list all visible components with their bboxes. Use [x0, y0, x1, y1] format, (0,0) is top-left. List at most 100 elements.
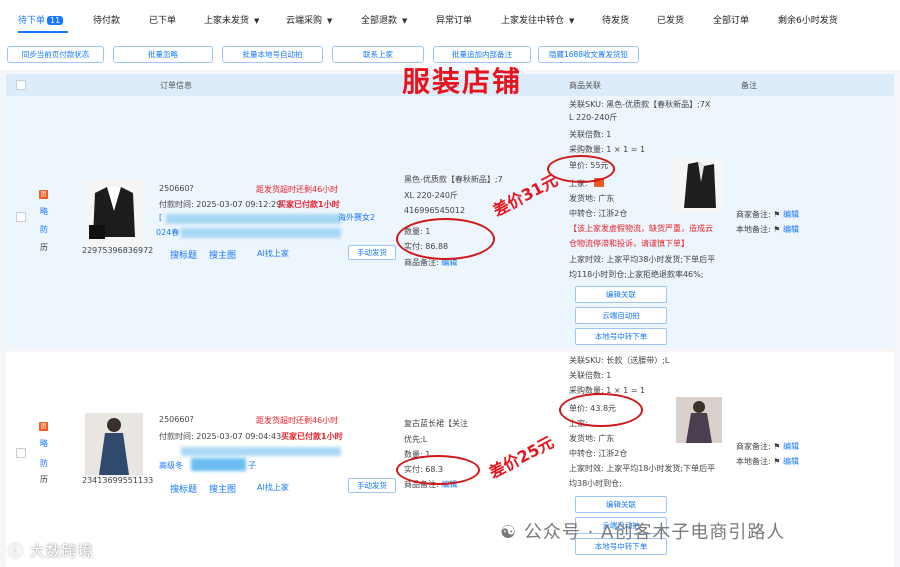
batch-local-autobuy-button[interactable]: 批量本地号自动拍 [222, 46, 323, 63]
paid-amount-highlight [396, 455, 480, 485]
sku-id: 416996545012 [404, 206, 466, 215]
tag-label: 历 [40, 243, 48, 252]
redacted-block [181, 447, 341, 456]
tag-label[interactable]: 略 [40, 438, 48, 449]
paid-duration: 买家已付款1小时 [281, 432, 343, 441]
tab-abnormal-orders[interactable]: 异常订单 [436, 13, 472, 26]
search-image-link[interactable]: 搜主图 [209, 482, 236, 495]
tab-ordered[interactable]: 已下单 [149, 13, 176, 26]
caret-down-icon: ▼ [327, 17, 333, 25]
unit-price-highlight [547, 155, 615, 183]
product-id: 23413699551133 [82, 476, 154, 485]
row-checkbox[interactable] [16, 212, 26, 222]
order-spec-size: 优先;L [404, 435, 428, 444]
active-tab-indicator [18, 31, 68, 33]
watermark-right: ☯ 公众号 · A创客木子电商引路人 [500, 522, 786, 543]
batch-ignore-button[interactable]: 批量忽略 [113, 46, 213, 63]
flag-icon[interactable]: ⚑ [773, 210, 780, 219]
paid-duration: 买家已付款1小时 [278, 200, 340, 209]
order-note: 子 [248, 461, 256, 470]
paid-amount-highlight [396, 218, 495, 260]
tab-pending-order[interactable]: 待下单 11 [18, 13, 64, 26]
payment-time: 付款时间: 2025-03-07 09:04:43 [159, 432, 282, 441]
product-id: 22975396836972 [82, 246, 154, 255]
row-checkbox[interactable] [16, 448, 26, 458]
caret-down-icon: ▼ [569, 17, 575, 25]
tab-to-ship[interactable]: 待发货 [602, 13, 629, 26]
search-title-link[interactable]: 搜标题 [170, 482, 197, 495]
order-note: 高级冬 [159, 461, 183, 470]
select-all-checkbox[interactable] [16, 80, 26, 90]
manual-ship-button[interactable]: 手动发货 [348, 478, 396, 493]
edit-merchant-remark-link[interactable]: 编辑 [783, 442, 799, 451]
redacted-block [191, 458, 246, 471]
payment-time: 付款时间: 2025-03-07 09:12:29 [159, 200, 282, 209]
supplier-dress-image-icon [676, 397, 722, 443]
edit-link-button[interactable]: 编辑关联 [575, 286, 667, 303]
local-remark: 本地备注: ⚑ 编辑 [736, 457, 799, 466]
local-remark: 本地备注: ⚑ 编辑 [736, 225, 799, 234]
manual-ship-button[interactable]: 手动发货 [348, 245, 396, 260]
order-number[interactable]: 250660? [159, 184, 194, 193]
purchase-quantity: 采购数量: 1 × 1 = 1 [569, 145, 646, 154]
tag-label: 历 [40, 475, 48, 484]
tab-unpaid[interactable]: 待付款 [93, 13, 120, 26]
supplier-efficiency-2: 均118小时到仓;上家拒绝退款率46%; [569, 270, 704, 279]
tab-supplier-to-transit[interactable]: 上家发往中转仓 ▼ [501, 13, 574, 26]
product-thumbnail[interactable] [85, 181, 143, 247]
jacket-image-icon [85, 181, 143, 247]
supplier-jacket-image-icon [674, 158, 724, 212]
ship-deadline-warning: 距发货超时还剩46小时 [256, 416, 339, 425]
search-image-link[interactable]: 搜主图 [209, 248, 236, 261]
flag-icon[interactable]: ⚑ [773, 442, 780, 451]
linked-sku: 关联SKU: 黑色-优质款【春秋新品】;7X [569, 100, 711, 109]
tag-label[interactable]: 防 [40, 224, 48, 235]
tag-label[interactable]: 防 [40, 458, 48, 469]
ship-origin: 发货地: 广东 [569, 434, 615, 443]
status-tabs: 待下单 11 待付款 已下单 上家未发货 ▼ 云端采购 ▼ 全部退款 ▼ 异常订单 上家… [0, 0, 900, 39]
product-thumbnail[interactable] [85, 413, 143, 479]
supplier-product-thumbnail[interactable] [676, 397, 722, 445]
link-multiple: 关联倍数: 1 [569, 130, 612, 139]
cloud-autobuy-button[interactable]: 云端自动拍 [575, 307, 667, 324]
redacted-block [166, 214, 341, 224]
tab-6h-remaining[interactable]: 剩余6小时发货 [778, 13, 838, 26]
edit-local-remark-link[interactable]: 编辑 [783, 225, 799, 234]
tab-count-badge: 11 [47, 16, 64, 25]
supplier-product-thumbnail[interactable] [674, 158, 724, 214]
col-order-info: 订单信息 [160, 81, 192, 90]
merchant-remark: 商家备注: ⚑ 编辑 [736, 210, 799, 219]
hide-1688-button[interactable]: 隐藏1688收文置发货铅 [538, 46, 639, 63]
order-tag-text: [ [159, 213, 163, 222]
tab-all-refunds[interactable]: 全部退款 ▼ [361, 13, 407, 26]
supplier-warning: 【该上家发虚假物流，缺货严重，造成云 [569, 224, 713, 233]
transit-warehouse: 中转仓: 江浙2仓 [569, 449, 628, 458]
flag-icon[interactable]: ⚑ [773, 225, 780, 234]
order-spec-size: XL 220-240斤 [404, 191, 458, 200]
supplier-efficiency: 上家时效: 上家平均18小时发货;下单后平 [569, 464, 716, 473]
ai-find-supplier-link[interactable]: AI找上家 [257, 482, 289, 493]
sync-payment-status-button[interactable]: 同步当前页付款状态 [7, 46, 104, 63]
order-number[interactable]: 250660? [159, 415, 194, 424]
logo-icon: ⓒ [8, 542, 25, 560]
supplier-efficiency: 上家时效: 上家平均38小时发货;下单后平 [569, 255, 716, 264]
col-product-link: 商品关联 [569, 81, 601, 90]
flag-icon[interactable]: ⚑ [773, 457, 780, 466]
tab-shipped[interactable]: 已发货 [657, 13, 684, 26]
order-spec: 复古蓝长裙【关注 [404, 419, 468, 428]
linked-sku: 关联SKU: 长款（送腰带）;L [569, 356, 670, 365]
search-title-link[interactable]: 搜标题 [170, 248, 197, 261]
tab-supplier-not-shipped[interactable]: 上家未发货 ▼ [204, 13, 259, 26]
order-spec: 黑色-优质款【春秋新品】;7 [404, 175, 503, 184]
edit-link-button[interactable]: 编辑关联 [575, 496, 667, 513]
edit-local-remark-link[interactable]: 编辑 [783, 457, 799, 466]
tag-badge: 团 [39, 190, 48, 199]
merchant-remark: 商家备注: ⚑ 编辑 [736, 442, 799, 451]
edit-merchant-remark-link[interactable]: 编辑 [783, 210, 799, 219]
ai-find-supplier-link[interactable]: AI找上家 [257, 248, 289, 259]
tag-label[interactable]: 略 [40, 206, 48, 217]
tab-cloud-purchase[interactable]: 云端采购 ▼ [286, 13, 332, 26]
caret-down-icon: ▼ [254, 17, 260, 25]
local-transit-order-button[interactable]: 本地号中转下单 [575, 328, 667, 345]
tab-all-orders[interactable]: 全部订单 [713, 13, 749, 26]
